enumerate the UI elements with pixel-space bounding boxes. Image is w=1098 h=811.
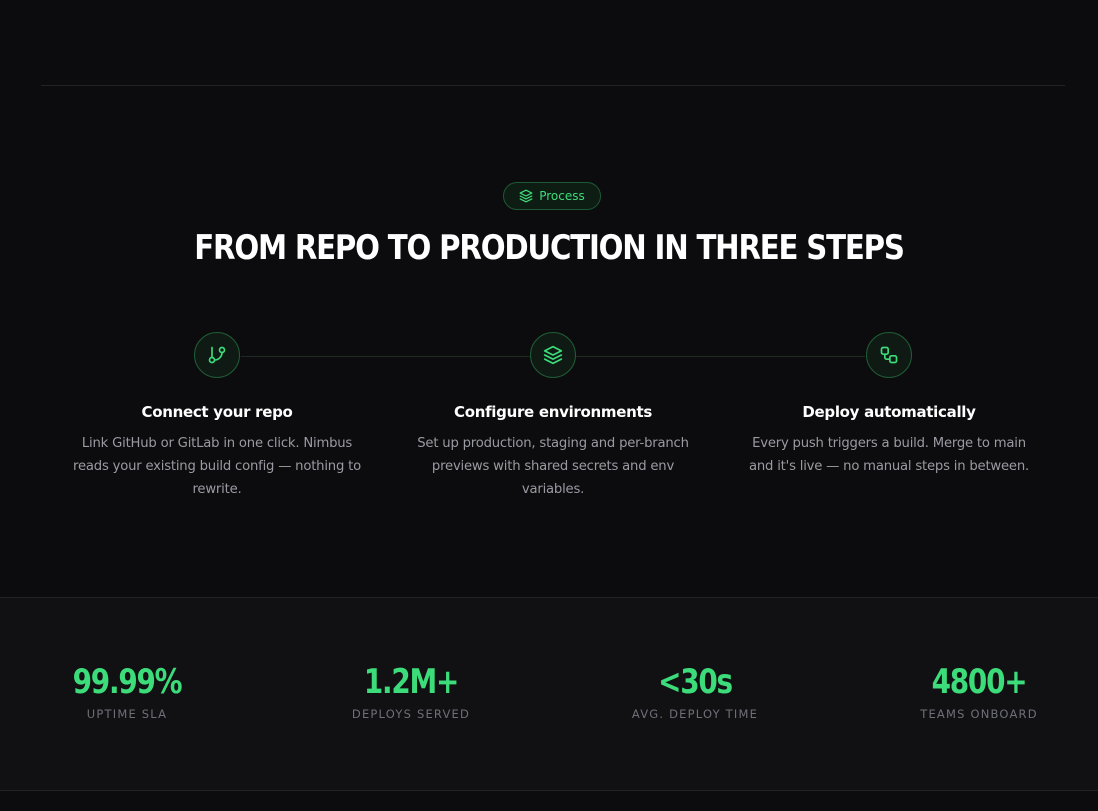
stat-value: 4800+ — [931, 662, 1028, 702]
stat-deploy-time: <30s AVG. DEPLOY TIME — [575, 660, 815, 722]
step-3-title: Deploy automatically — [802, 403, 976, 421]
step-3: Deploy automatically Every push triggers… — [739, 400, 1039, 478]
step-3-description: Every push triggers a build. Merge to ma… — [749, 436, 1029, 474]
step-1-icon-circle — [194, 332, 240, 378]
stat-label: UPTIME SLA — [86, 707, 168, 721]
stat-label: AVG. DEPLOY TIME — [631, 707, 759, 721]
badge-label: Process — [539, 189, 585, 203]
step-1-title: Connect your repo — [141, 403, 293, 421]
git-branch-icon — [208, 346, 226, 364]
step-2-description: Set up production, staging and per-branc… — [417, 436, 689, 497]
process-badge: Process — [503, 182, 601, 210]
layers-icon — [543, 345, 563, 365]
stat-value: 99.99% — [72, 662, 183, 702]
workflow-icon — [880, 346, 898, 364]
stat-value: <30s — [658, 662, 733, 702]
stat-label: TEAMS ONBOARD — [920, 707, 1038, 721]
step-2-title: Configure environments — [453, 403, 652, 421]
process-page: Process FROM REPO TO PRODUCTION IN THREE… — [0, 0, 1098, 811]
stat-teams: 4800+ TEAMS ONBOARD — [859, 660, 1098, 722]
step-2-icon-circle — [530, 332, 576, 378]
stat-deploys: 1.2M+ DEPLOYS SERVED — [291, 660, 531, 722]
section-headline: FROM REPO TO PRODUCTION IN THREE STEPS — [194, 228, 905, 268]
step-2: Configure environments Set up production… — [403, 400, 703, 501]
step-3-icon-circle — [866, 332, 912, 378]
stat-value: 1.2M+ — [363, 662, 460, 702]
stat-label: DEPLOYS SERVED — [351, 707, 471, 721]
layers-icon — [519, 189, 533, 203]
top-divider — [41, 85, 1065, 86]
step-1: Connect your repo Link GitHub or GitLab … — [67, 400, 367, 501]
step-1-description: Link GitHub or GitLab in one click. Nimb… — [73, 436, 361, 497]
stat-uptime: 99.99% UPTIME SLA — [7, 660, 247, 722]
